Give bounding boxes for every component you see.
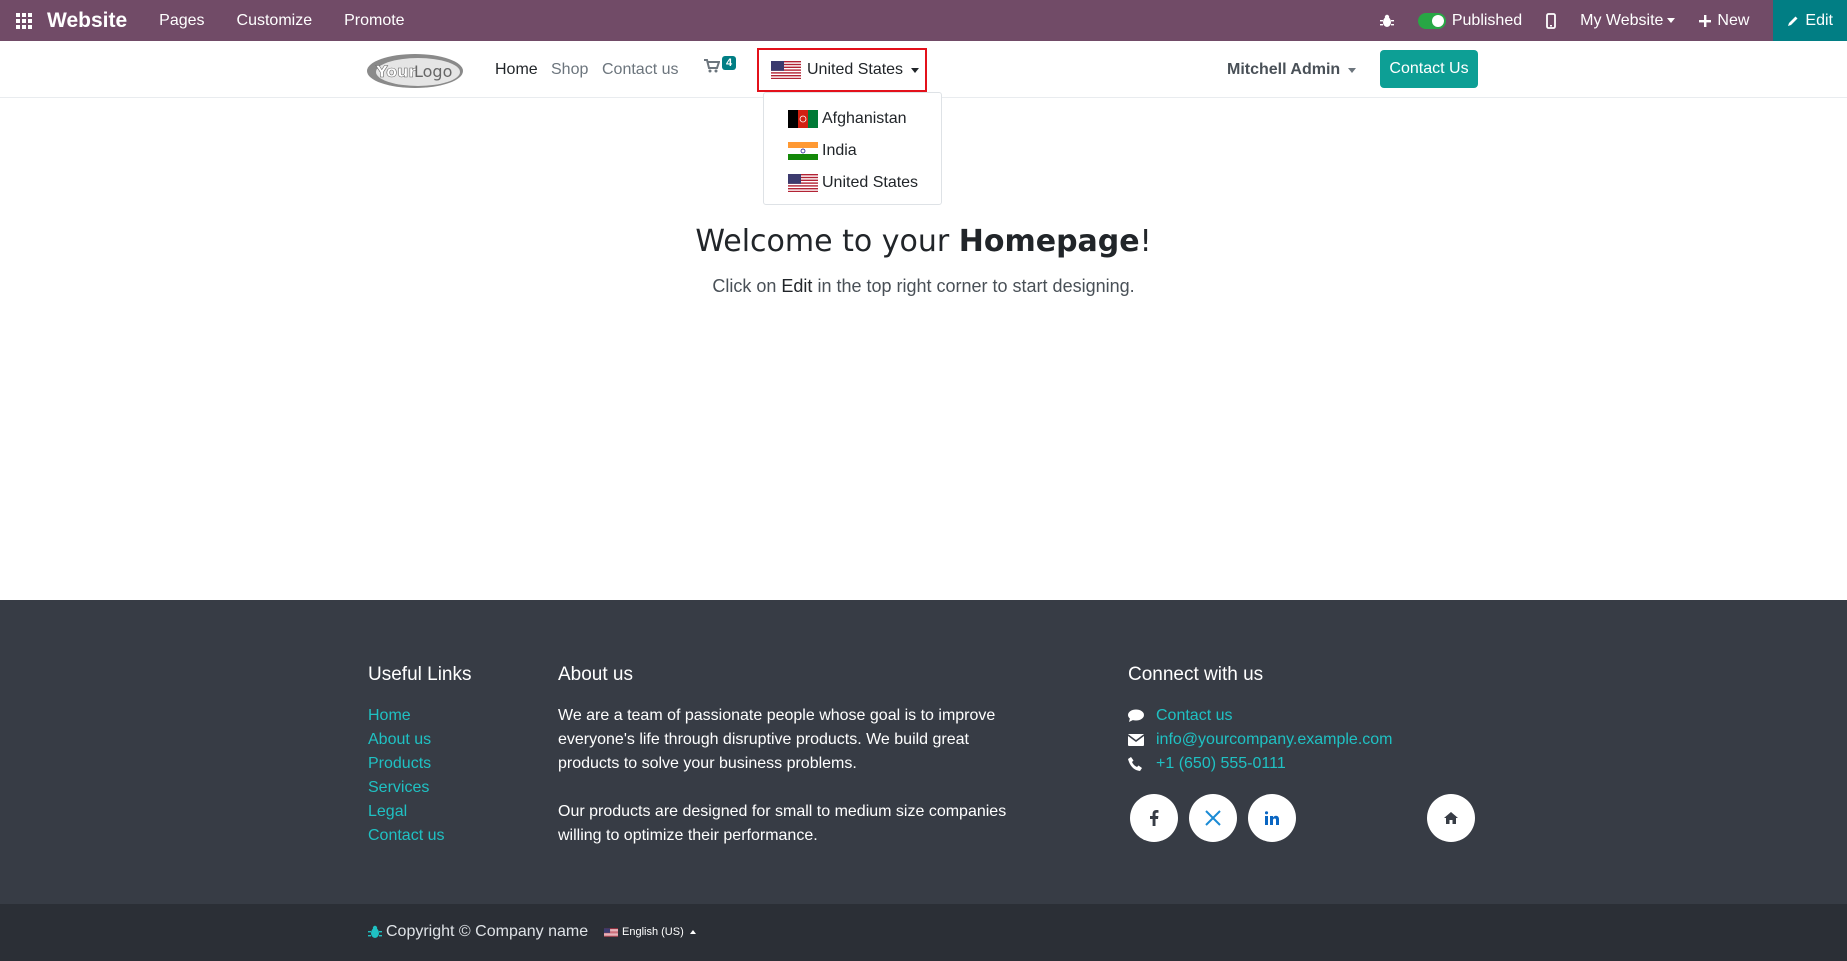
footer-link-products[interactable]: Products xyxy=(368,752,472,776)
country-option-united-states[interactable]: United States xyxy=(764,167,941,199)
site-logo[interactable]: Your Logo xyxy=(366,53,464,89)
chevron-down-icon xyxy=(1348,67,1357,73)
chevron-up-icon xyxy=(689,930,696,934)
comment-icon xyxy=(1128,709,1156,723)
menu-customize[interactable]: Customize xyxy=(237,12,313,30)
footer: Useful Links Home About us Products Serv… xyxy=(0,600,1847,904)
country-option-label: India xyxy=(822,142,857,159)
phone-link[interactable]: +1 (650) 555-0111 xyxy=(1156,752,1286,776)
cart-count-badge: 4 xyxy=(722,56,737,70)
published-label: Published xyxy=(1451,11,1523,29)
title-bold: Homepage xyxy=(958,224,1140,259)
user-name: Mitchell Admin xyxy=(1227,61,1341,78)
afghanistan-flag-icon xyxy=(788,110,818,128)
subtitle-prefix: Click on xyxy=(712,276,782,296)
useful-links-title: Useful Links xyxy=(368,664,472,685)
new-label: New xyxy=(1717,11,1750,29)
app-brand[interactable]: Website xyxy=(47,9,127,33)
connect-contact-us-link[interactable]: Contact us xyxy=(1156,704,1232,728)
envelope-icon xyxy=(1128,734,1156,746)
social-links xyxy=(1130,794,1475,842)
menu-promote[interactable]: Promote xyxy=(344,12,404,30)
logo-text-your: Your xyxy=(375,62,417,81)
country-option-label: United States xyxy=(822,174,919,191)
copyright-bar: Copyright © Company name English (US) xyxy=(0,904,1847,961)
shopping-cart-icon xyxy=(704,59,720,73)
nav-contact-us[interactable]: Contact us xyxy=(602,61,678,79)
edit-button[interactable]: Edit xyxy=(1773,0,1847,41)
page-title: Welcome to your Homepage! xyxy=(0,224,1847,259)
toggle-switch[interactable] xyxy=(1417,12,1446,29)
email-link[interactable]: info@yourcompany.example.com xyxy=(1156,728,1393,752)
site-header: Your Logo Home Shop Contact us 4 United … xyxy=(0,41,1847,98)
subtitle-suffix: in the top right corner to start designi… xyxy=(812,276,1135,296)
copyright: Copyright © Company name xyxy=(368,923,588,941)
footer-link-about-us[interactable]: About us xyxy=(368,728,472,752)
admin-bar: Website Pages Customize Promote Publishe… xyxy=(0,0,1847,41)
nav-shop[interactable]: Shop xyxy=(551,61,588,79)
debug-bug-icon[interactable] xyxy=(1379,14,1394,28)
new-button[interactable]: New xyxy=(1699,12,1749,30)
edit-label: Edit xyxy=(1805,11,1833,29)
contact-us-button[interactable]: Contact Us xyxy=(1380,50,1478,88)
useful-links-column: Useful Links Home About us Products Serv… xyxy=(368,664,472,848)
website-selector[interactable]: My Website xyxy=(1580,11,1676,30)
subtitle-bold: Edit xyxy=(781,276,813,296)
linkedin-icon[interactable] xyxy=(1248,794,1296,842)
facebook-icon[interactable] xyxy=(1130,794,1178,842)
published-toggle[interactable]: Published xyxy=(1417,11,1523,30)
x-icon[interactable] xyxy=(1189,794,1237,842)
about-us-paragraph-2: Our products are designed for small to m… xyxy=(558,803,1007,844)
copyright-text: Copyright © Company name xyxy=(386,923,589,940)
us-flag-icon xyxy=(771,61,801,79)
logo-text-logo: Logo xyxy=(414,62,452,81)
country-option-india[interactable]: India xyxy=(764,135,941,167)
mobile-preview-icon[interactable] xyxy=(1546,12,1557,29)
bug-icon xyxy=(368,925,382,938)
country-selected-label: United States xyxy=(807,61,904,78)
title-suffix: ! xyxy=(1139,224,1152,259)
footer-link-home[interactable]: Home xyxy=(368,704,472,728)
about-us-paragraph-1: We are a team of passionate people whose… xyxy=(558,707,996,772)
footer-link-contact-us[interactable]: Contact us xyxy=(368,824,472,848)
title-prefix: Welcome to your xyxy=(695,224,959,259)
us-flag-icon xyxy=(604,927,618,937)
footer-link-legal[interactable]: Legal xyxy=(368,800,472,824)
user-menu[interactable]: Mitchell Admin xyxy=(1227,61,1357,79)
connect-title: Connect with us xyxy=(1128,664,1264,685)
phone-icon xyxy=(1128,757,1156,771)
language-selector[interactable]: English (US) xyxy=(604,926,696,938)
country-option-label: Afghanistan xyxy=(822,110,907,127)
page-subtitle: Click on Edit in the top right corner to… xyxy=(0,276,1847,297)
language-label: English (US) xyxy=(622,926,684,938)
country-dropdown-menu: Afghanistan India United States xyxy=(763,92,942,205)
india-flag-icon xyxy=(788,142,818,160)
about-us-title: About us xyxy=(558,664,633,685)
connect-column: Connect with us Contact us info@yourcomp… xyxy=(1128,664,1393,776)
country-selector[interactable]: United States xyxy=(757,48,927,92)
menu-pages[interactable]: Pages xyxy=(159,12,204,30)
cart-button[interactable]: 4 xyxy=(704,56,737,73)
country-option-afghanistan[interactable]: Afghanistan xyxy=(764,103,941,135)
home-icon[interactable] xyxy=(1427,794,1475,842)
chevron-down-icon xyxy=(1667,18,1676,23)
website-selector-label: My Website xyxy=(1580,11,1664,29)
nav-home[interactable]: Home xyxy=(495,61,538,79)
about-us-column: About us We are a team of passionate peo… xyxy=(558,664,1018,848)
apps-menu-icon[interactable] xyxy=(0,0,47,41)
us-flag-icon xyxy=(788,174,818,192)
footer-link-services[interactable]: Services xyxy=(368,776,472,800)
chevron-down-icon xyxy=(911,67,920,73)
